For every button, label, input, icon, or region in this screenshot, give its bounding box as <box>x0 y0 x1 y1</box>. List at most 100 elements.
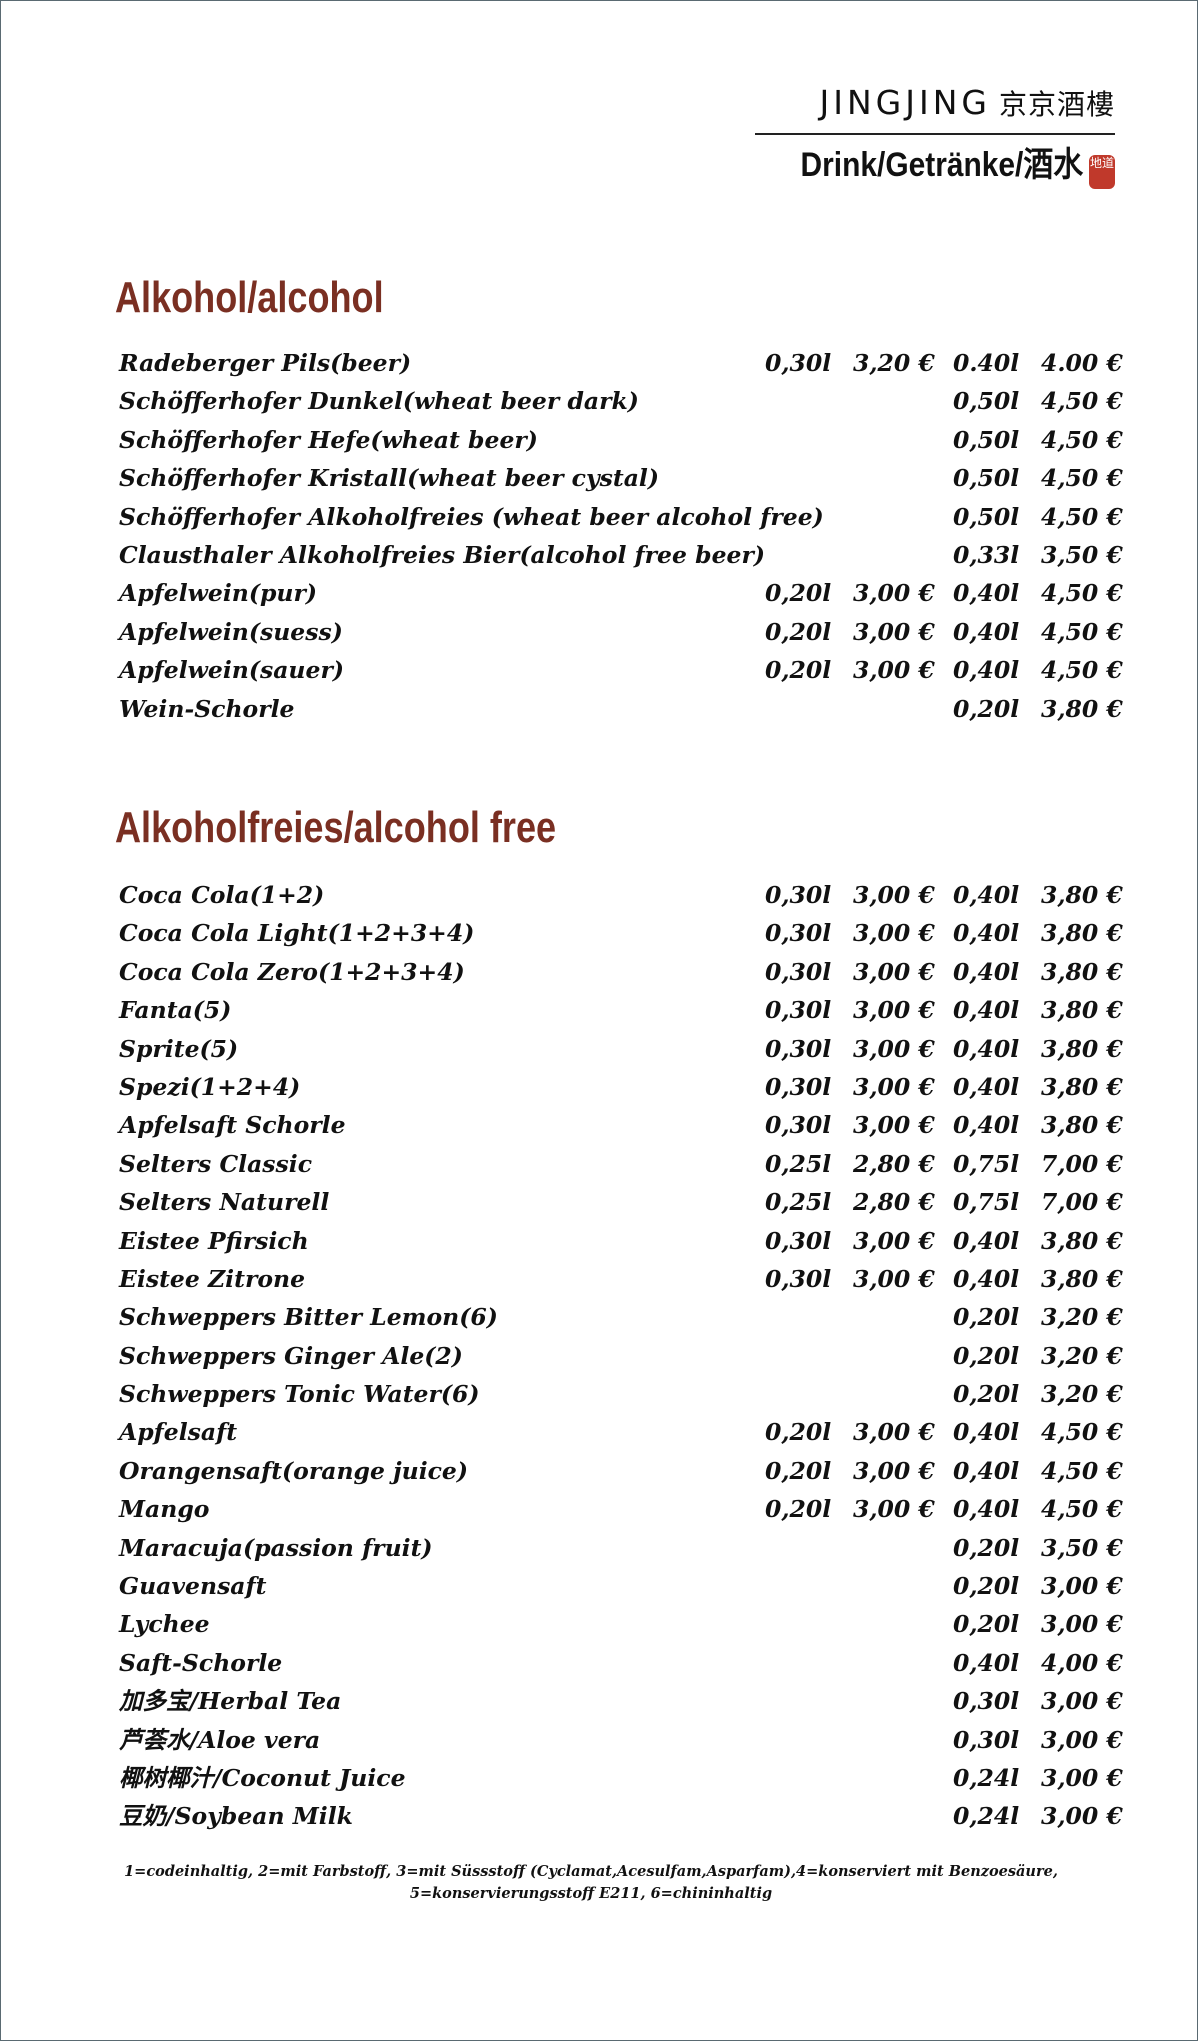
item-volume-large: 0.40l <box>953 349 1020 377</box>
item-name: Mango <box>119 1495 210 1524</box>
item-volume-large: 0,20l <box>953 1572 1020 1601</box>
item-volume-large: 0,50l <box>953 502 1020 531</box>
item-name: Apfelwein(pur) <box>119 579 317 608</box>
item-price-large: 3,80 € <box>1041 996 1123 1025</box>
footnote-line-2: 5=konservierungsstoff E211, 6=chininhalt… <box>409 1885 773 1902</box>
item-name: Eistee Zitrone <box>119 1264 306 1293</box>
item-price-small: 3,00 € <box>853 1226 935 1255</box>
item-price-large: 3,80 € <box>1041 694 1123 723</box>
item-volume-small: 0,20l <box>765 579 832 608</box>
menu-item: Mango 0,20l 3,00 € 0,40l 4,50 € <box>119 1490 1123 1528</box>
item-price-large: 4,50 € <box>1041 502 1123 531</box>
item-name: Schöfferhofer Hefe(wheat beer) <box>119 425 538 454</box>
item-volume-large: 0,40l <box>953 996 1020 1025</box>
item-name: Lychee <box>119 1610 210 1639</box>
item-volume-small: 0,20l <box>765 656 832 685</box>
item-volume-small: 0,30l <box>765 349 832 377</box>
menu-item: Lychee 0,20l 3,00 € <box>119 1605 1123 1643</box>
item-price-small: 3,00 € <box>853 1111 935 1140</box>
item-price-large: 7,00 € <box>1041 1149 1123 1178</box>
menu-item: Fanta(5) 0,30l 3,00 € 0,40l 3,80 € <box>119 991 1123 1029</box>
item-name: Schöfferhofer Kristall(wheat beer cystal… <box>119 464 659 493</box>
item-volume-large: 0,40l <box>953 617 1020 646</box>
menu-item: Schöfferhofer Alkoholfreies (wheat beer … <box>119 498 1123 536</box>
menu-item: Schöfferhofer Dunkel(wheat beer dark) 0,5… <box>119 382 1123 420</box>
menu-item: Schweppers Tonic Water(6) 0,20l 3,20 € <box>119 1375 1123 1413</box>
menu-item: 加多宝/Herbal Tea 0,30l 3,00 € <box>119 1682 1123 1720</box>
menu-item: Coca Cola Light(1+2+3+4) 0,30l 3,00 € 0,40l… <box>119 914 1123 952</box>
item-price-small: 3,00 € <box>853 996 935 1025</box>
item-price-large: 3,00 € <box>1041 1610 1123 1639</box>
item-price-small: 2,80 € <box>853 1188 935 1217</box>
item-price-large: 4,50 € <box>1041 387 1123 416</box>
allergen-footnote: 1=codeinhaltig, 2=mit Farbstoff, 3=mit S… <box>111 1861 1071 1905</box>
menu-item: Coca Cola Zero(1+2+3+4) 0,30l 3,00 € 0,40l 3… <box>119 953 1123 991</box>
item-volume-large: 0,40l <box>953 957 1020 986</box>
item-volume-small: 0,30l <box>765 1111 832 1140</box>
seal-stamp: 地道 <box>1089 154 1115 189</box>
item-price-large: 3,80 € <box>1041 1034 1123 1063</box>
item-price-large: 3,80 € <box>1041 881 1123 909</box>
menu-item: Eistee Pfirsich 0,30l 3,00 € 0,40l 3,80 € <box>119 1222 1123 1260</box>
item-name: Saft-Schorle <box>119 1648 283 1677</box>
menu-item: Maracuja(passion fruit) 0,20l 3,50 € <box>119 1529 1123 1567</box>
item-name: 芦荟水/Aloe vera <box>119 1725 321 1754</box>
menu-subtitle: Drink/Getränke/酒水 <box>800 146 1083 184</box>
item-price-small: 3,20 € <box>853 349 935 377</box>
item-name: Maracuja(passion fruit) <box>119 1533 433 1562</box>
item-price-large: 3,00 € <box>1041 1572 1123 1601</box>
item-price-large: 3,50 € <box>1041 1533 1123 1562</box>
item-price-large: 3,20 € <box>1041 1303 1123 1332</box>
item-volume-large: 0,40l <box>953 1072 1020 1101</box>
item-price-large: 4,50 € <box>1041 464 1123 493</box>
item-price-large: 4,50 € <box>1041 1418 1123 1447</box>
list-alcohol-free: Coca Cola(1+2) 0,30l 3,00 € 0,40l 3,80 € Coca… <box>119 876 1123 1836</box>
item-name: Apfelwein(sauer) <box>119 656 344 685</box>
item-price-large: 7,00 € <box>1041 1188 1123 1217</box>
item-name: Schweppers Tonic Water(6) <box>119 1380 480 1409</box>
item-price-large: 4,50 € <box>1041 617 1123 646</box>
item-price-large: 4,50 € <box>1041 1495 1123 1524</box>
menu-item: Schöfferhofer Kristall(wheat beer cystal… <box>119 459 1123 497</box>
menu-item: 椰树椰汁/Coconut Juice 0,24l 3,00 € <box>119 1759 1123 1797</box>
menu-item: Apfelwein(sauer) 0,20l 3,00 € 0,40l 4,50 € <box>119 651 1123 689</box>
item-price-small: 3,00 € <box>853 1034 935 1063</box>
menu-header: JINGJING 京京酒樓 Drink/Getränke/酒水 地道 <box>755 81 1115 189</box>
item-name: Schöfferhofer Alkoholfreies (wheat beer … <box>119 502 824 531</box>
item-name: Selters Naturell <box>119 1188 330 1217</box>
item-volume-small: 0,20l <box>765 617 832 646</box>
menu-item: Orangensaft(orange juice) 0,20l 3,00 € 0,40… <box>119 1452 1123 1490</box>
item-volume-large: 0,20l <box>953 1533 1020 1562</box>
item-price-large: 3,00 € <box>1041 1802 1123 1831</box>
item-price-small: 3,00 € <box>853 881 935 909</box>
menu-item: Radeberger Pils(beer) 0,30l 3,20 € 0.40l 4.0… <box>119 344 1123 382</box>
item-volume-large: 0,75l <box>953 1149 1020 1178</box>
item-price-small: 3,00 € <box>853 1072 935 1101</box>
item-price-large: 4,00 € <box>1041 1648 1123 1677</box>
menu-item: Guavensaft 0,20l 3,00 € <box>119 1567 1123 1605</box>
item-price-large: 3,00 € <box>1041 1687 1123 1716</box>
brand-name: JINGJING <box>819 83 991 122</box>
item-name: Orangensaft(orange juice) <box>119 1456 469 1485</box>
menu-item: Coca Cola(1+2) 0,30l 3,00 € 0,40l 3,80 € <box>119 876 1123 914</box>
item-volume-large: 0,50l <box>953 425 1020 454</box>
menu-item: Schweppers Bitter Lemon(6) 0,20l 3,20 € <box>119 1298 1123 1336</box>
item-price-small: 3,00 € <box>853 1418 935 1447</box>
item-name: Schweppers Bitter Lemon(6) <box>119 1303 498 1332</box>
item-volume-large: 0,40l <box>953 919 1020 948</box>
menu-item: Schöfferhofer Hefe(wheat beer) 0,50l 4,50 … <box>119 421 1123 459</box>
item-name: Schweppers Ginger Ale(2) <box>119 1341 463 1370</box>
item-volume-small: 0,25l <box>765 1149 832 1178</box>
menu-item: Apfelwein(suess) 0,20l 3,00 € 0,40l 4,50 € <box>119 613 1123 651</box>
item-name: Coca Cola(1+2) <box>119 881 325 909</box>
item-name: Radeberger Pils(beer) <box>119 349 412 377</box>
item-price-small: 3,00 € <box>853 919 935 948</box>
item-volume-small: 0,30l <box>765 881 832 909</box>
item-name: 豆奶/Soybean Milk <box>119 1802 353 1831</box>
item-volume-large: 0,20l <box>953 1303 1020 1332</box>
item-price-large: 4,50 € <box>1041 425 1123 454</box>
item-volume-large: 0,30l <box>953 1725 1020 1754</box>
item-volume-small: 0,30l <box>765 996 832 1025</box>
item-volume-large: 0,40l <box>953 1111 1020 1140</box>
item-price-large: 3,00 € <box>1041 1763 1123 1792</box>
